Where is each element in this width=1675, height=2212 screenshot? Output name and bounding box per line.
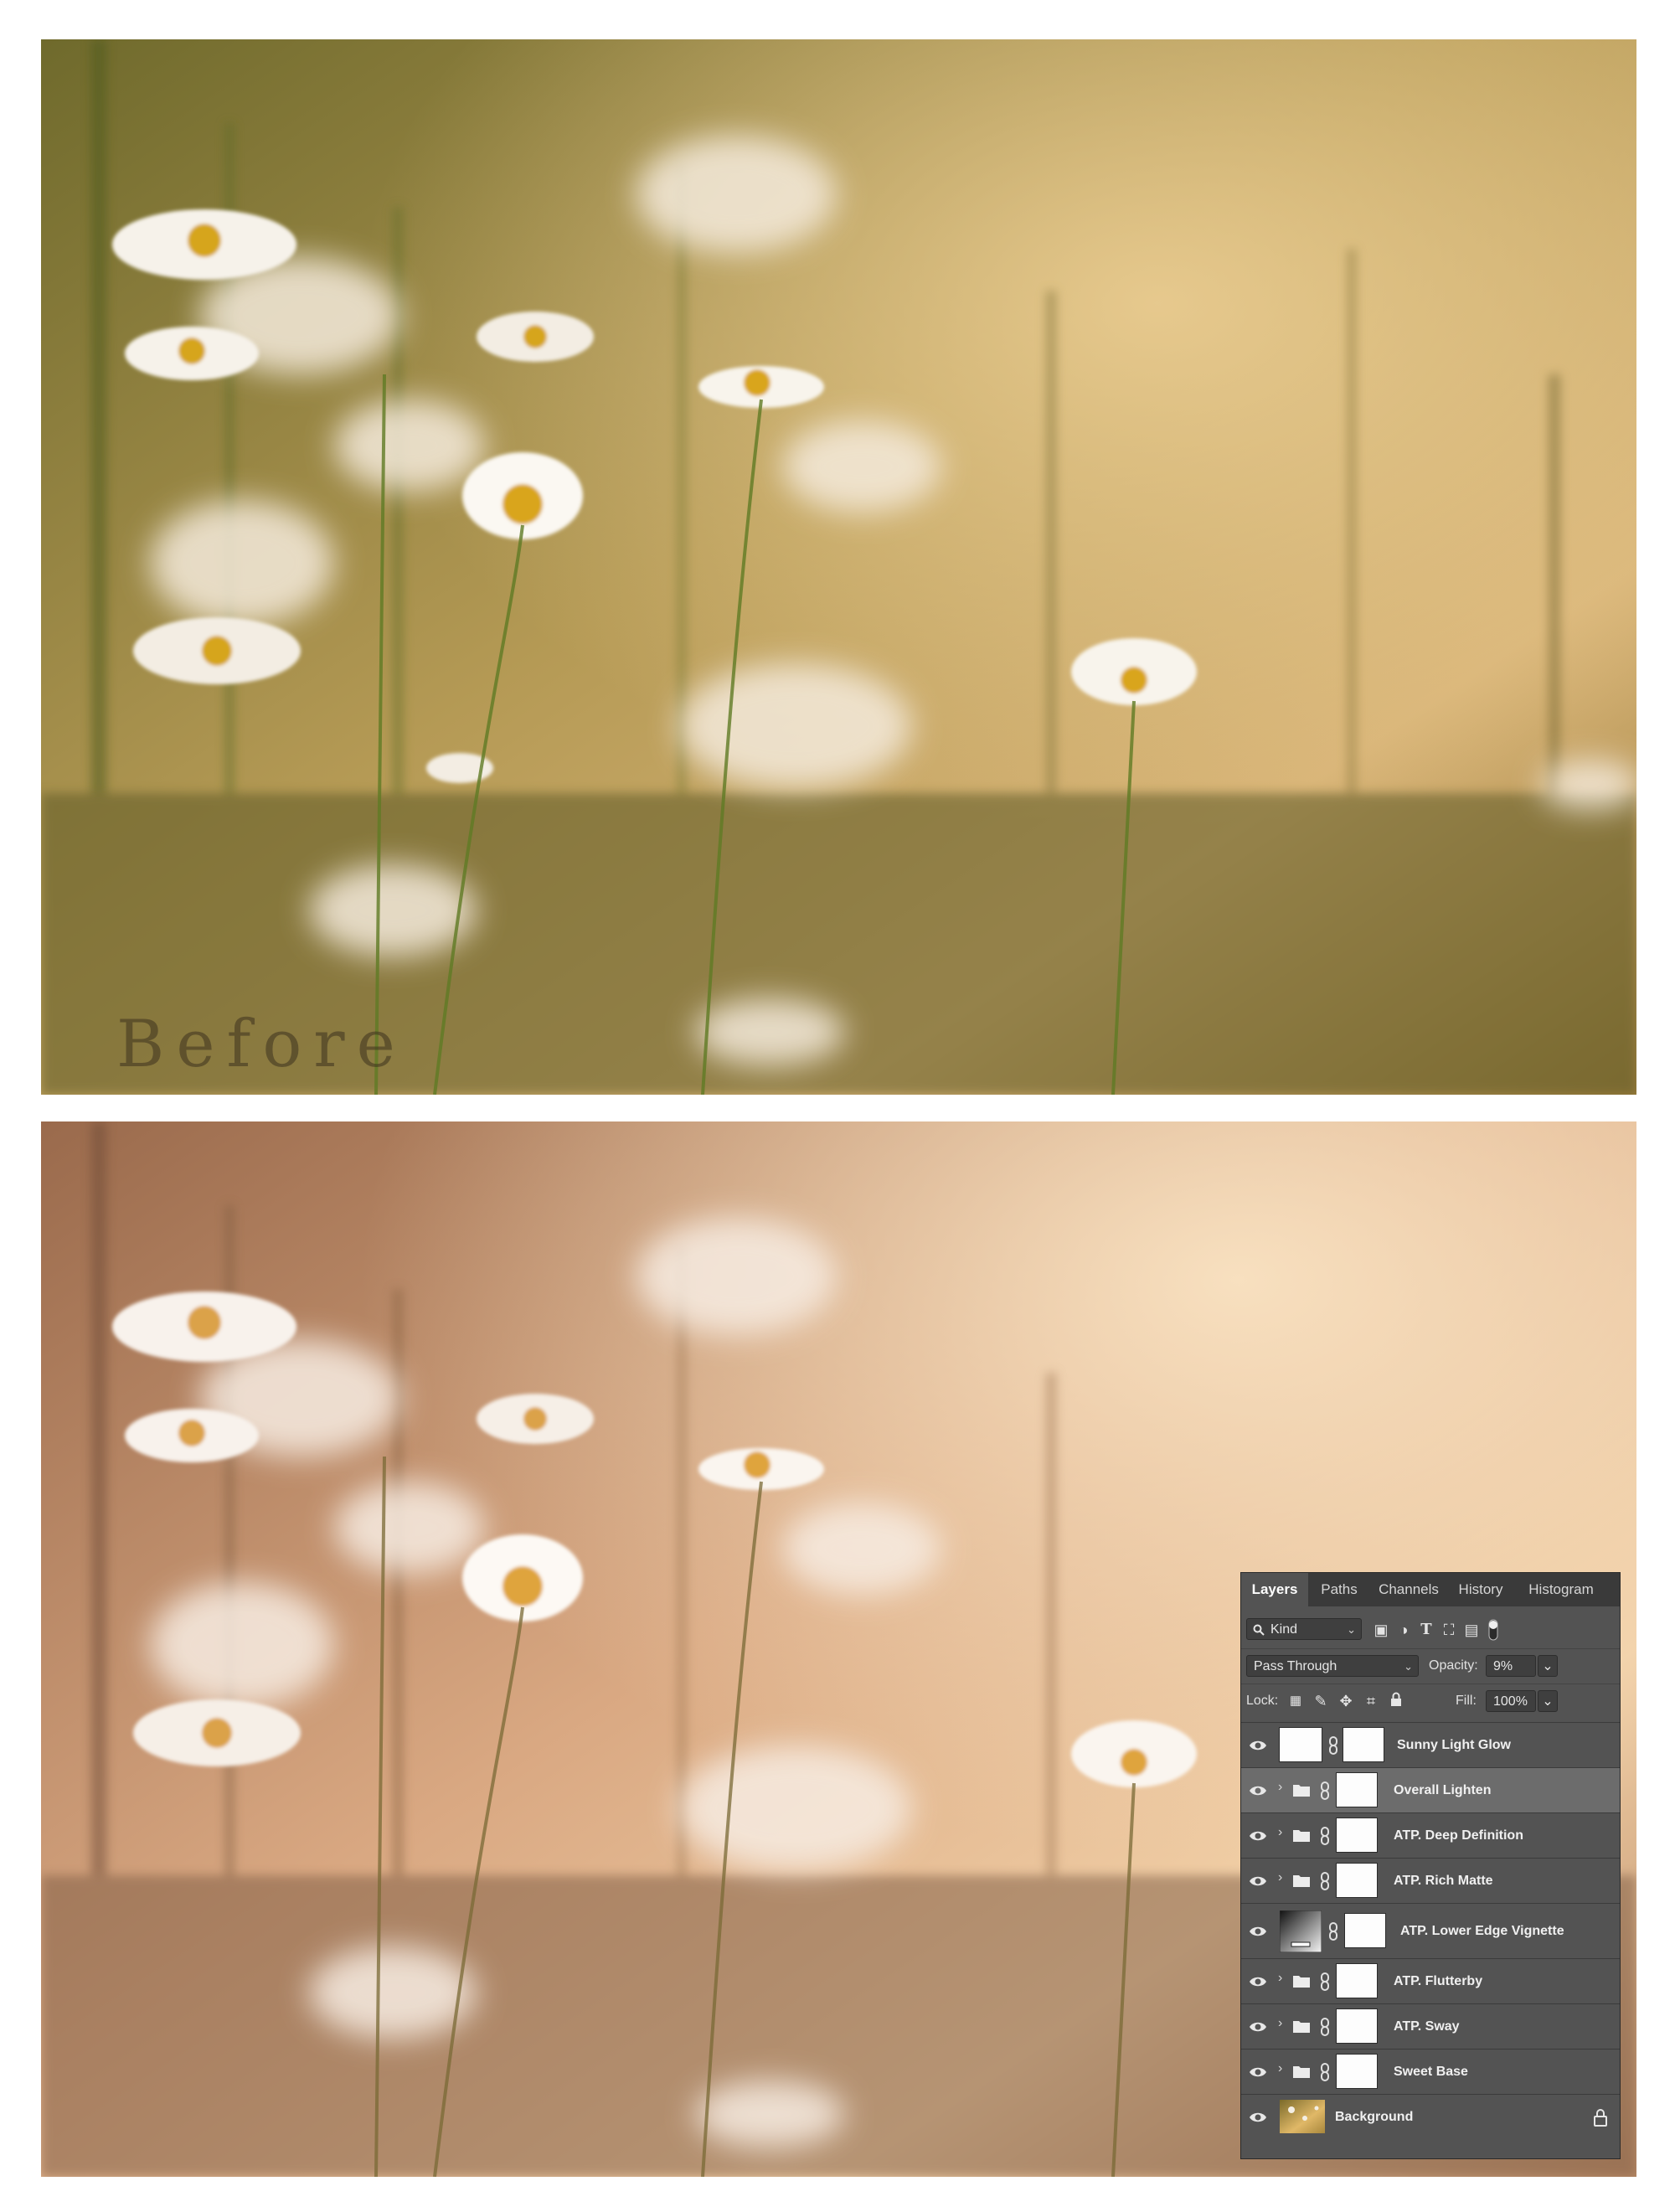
lock-artboard-icon[interactable]: ⌗ bbox=[1362, 1692, 1380, 1710]
layer-mask-thumbnail bbox=[1337, 1864, 1377, 1897]
eye-icon[interactable] bbox=[1248, 2107, 1268, 2127]
tab-channels[interactable]: Channels bbox=[1370, 1573, 1447, 1606]
tab-layers[interactable]: Layers bbox=[1241, 1573, 1308, 1606]
chevron-down-icon: ⌄ bbox=[1404, 1660, 1413, 1673]
chevron-down-icon: ⌄ bbox=[1347, 1623, 1356, 1636]
folder-icon bbox=[1293, 1785, 1310, 1797]
expand-arrow-icon[interactable]: › bbox=[1278, 1825, 1282, 1840]
layer-row-sway[interactable]: › ATP. Sway bbox=[1241, 2003, 1620, 2049]
image-filter-icon[interactable]: ▣ bbox=[1372, 1621, 1390, 1639]
layer-mask-thumbnail bbox=[1337, 1818, 1377, 1852]
kind-filter-select[interactable]: Kind ⌄ bbox=[1246, 1618, 1362, 1640]
layer-mask-thumbnail bbox=[1345, 1914, 1385, 1947]
smart-object-filter-icon[interactable]: ▤ bbox=[1462, 1621, 1481, 1639]
tab-histogram[interactable]: Histogram bbox=[1514, 1573, 1608, 1606]
kind-label: Kind bbox=[1270, 1622, 1298, 1637]
eye-icon[interactable] bbox=[1248, 2017, 1268, 2037]
layer-name[interactable]: Background bbox=[1335, 2095, 1413, 2140]
layer-row-flutterby[interactable]: › ATP. Flutterby bbox=[1241, 1958, 1620, 2003]
layer-mask-thumbnail bbox=[1337, 2055, 1377, 2088]
lock-icon[interactable] bbox=[1593, 2108, 1608, 2127]
link-chain-icon[interactable] bbox=[1320, 1871, 1330, 1891]
opacity-input[interactable]: 9% bbox=[1486, 1655, 1536, 1677]
lock-position-icon[interactable]: ✥ bbox=[1337, 1692, 1355, 1710]
expand-arrow-icon[interactable]: › bbox=[1278, 2061, 1282, 2076]
expand-arrow-icon[interactable]: › bbox=[1278, 1870, 1282, 1885]
layer-mask-thumbnail bbox=[1337, 2009, 1377, 2043]
expand-arrow-icon[interactable]: › bbox=[1278, 1971, 1282, 1986]
opacity-label: Opacity: bbox=[1429, 1658, 1478, 1673]
layer-name[interactable]: ATP. Lower Edge Vignette bbox=[1400, 1904, 1564, 1959]
eye-icon[interactable] bbox=[1248, 1826, 1268, 1846]
layer-name[interactable]: ATP. Sway bbox=[1394, 2004, 1460, 2050]
blend-mode-value: Pass Through bbox=[1254, 1659, 1337, 1673]
chevron-down-icon: ⌄ bbox=[1542, 1659, 1554, 1673]
eye-icon[interactable] bbox=[1248, 1921, 1268, 1941]
link-chain-icon[interactable] bbox=[1320, 2017, 1330, 2037]
blend-mode-select[interactable]: Pass Through ⌄ bbox=[1246, 1655, 1419, 1677]
expand-arrow-icon[interactable]: › bbox=[1278, 2016, 1282, 2031]
layer-name[interactable]: ATP. Rich Matte bbox=[1394, 1859, 1493, 1904]
tab-paths[interactable]: Paths bbox=[1310, 1573, 1368, 1606]
layer-name[interactable]: Sweet Base bbox=[1394, 2050, 1468, 2095]
link-chain-icon[interactable] bbox=[1320, 2062, 1330, 2082]
filter-toggle-icon[interactable] bbox=[1484, 1618, 1502, 1641]
before-label: Before bbox=[116, 1007, 407, 1082]
blend-row: Pass Through ⌄ Opacity: 9% ⌄ bbox=[1241, 1648, 1620, 1683]
tab-history[interactable]: History bbox=[1449, 1573, 1513, 1606]
layer-mask-thumbnail bbox=[1337, 1773, 1377, 1807]
filter-row: Kind ⌄ ▣ ◑ T ⛶ ▤ bbox=[1241, 1613, 1620, 1647]
eye-icon[interactable] bbox=[1248, 1972, 1268, 1992]
panel-tab-bar: Layers Paths Channels History Histogram bbox=[1241, 1573, 1620, 1606]
layer-row-sweet-base[interactable]: › Sweet Base bbox=[1241, 2049, 1620, 2094]
fill-dropdown-button[interactable]: ⌄ bbox=[1538, 1690, 1558, 1712]
layer-mask-thumbnail bbox=[1343, 1728, 1384, 1761]
layer-row-sunny-light-glow[interactable]: Sunny Light Glow bbox=[1241, 1722, 1620, 1767]
layer-row-deep-definition[interactable]: › ATP. Deep Definition bbox=[1241, 1812, 1620, 1858]
folder-icon bbox=[1293, 1875, 1310, 1887]
link-chain-icon[interactable] bbox=[1320, 1826, 1330, 1846]
layer-mask-thumbnail bbox=[1337, 1964, 1377, 1998]
layer-row-background[interactable]: Background bbox=[1241, 2094, 1620, 2139]
link-chain-icon[interactable] bbox=[1328, 1735, 1338, 1756]
shape-filter-icon[interactable]: ⛶ bbox=[1440, 1621, 1458, 1639]
layer-row-lower-edge-vignette[interactable]: ATP. Lower Edge Vignette bbox=[1241, 1903, 1620, 1958]
adjustment-thumbnail bbox=[1280, 1728, 1322, 1761]
folder-icon bbox=[1293, 1830, 1310, 1842]
lock-all-icon[interactable] bbox=[1387, 1692, 1405, 1710]
fill-input[interactable]: 100% bbox=[1486, 1690, 1536, 1712]
chevron-down-icon: ⌄ bbox=[1542, 1694, 1554, 1709]
lock-transparent-icon[interactable]: ▦ bbox=[1286, 1692, 1305, 1710]
layer-row-rich-matte[interactable]: › ATP. Rich Matte bbox=[1241, 1858, 1620, 1903]
link-chain-icon[interactable] bbox=[1320, 1972, 1330, 1992]
lock-row: Lock: ▦ ✎ ✥ ⌗ Fill: 100% ⌄ bbox=[1241, 1683, 1620, 1718]
search-icon bbox=[1253, 1624, 1265, 1636]
adjustment-filter-icon[interactable]: ◑ bbox=[1394, 1621, 1413, 1639]
layer-name[interactable]: Sunny Light Glow bbox=[1397, 1723, 1511, 1768]
layer-name[interactable]: ATP. Deep Definition bbox=[1394, 1813, 1523, 1859]
opacity-dropdown-button[interactable]: ⌄ bbox=[1538, 1655, 1558, 1677]
eye-icon[interactable] bbox=[1248, 1735, 1268, 1756]
folder-icon bbox=[1293, 2066, 1310, 2078]
layer-row-overall-lighten[interactable]: › Overall Lighten bbox=[1241, 1767, 1620, 1812]
gradient-fill-thumbnail bbox=[1280, 1910, 1322, 1952]
fill-label: Fill: bbox=[1456, 1694, 1477, 1708]
type-filter-icon[interactable]: T bbox=[1417, 1621, 1435, 1639]
folder-icon bbox=[1293, 2021, 1310, 2033]
lock-label: Lock: bbox=[1246, 1694, 1279, 1708]
eye-icon[interactable] bbox=[1248, 1871, 1268, 1891]
eye-icon[interactable] bbox=[1248, 2062, 1268, 2082]
layer-name[interactable]: Overall Lighten bbox=[1394, 1768, 1491, 1813]
lock-image-icon[interactable]: ✎ bbox=[1312, 1692, 1330, 1710]
expand-arrow-icon[interactable]: › bbox=[1278, 1780, 1282, 1795]
folder-icon bbox=[1293, 1976, 1310, 1988]
image-thumbnail bbox=[1280, 2100, 1325, 2133]
layers-panel: Layers Paths Channels History Histogram … bbox=[1241, 1573, 1620, 2158]
link-chain-icon[interactable] bbox=[1320, 1781, 1330, 1801]
layer-name[interactable]: ATP. Flutterby bbox=[1394, 1959, 1482, 2004]
eye-icon[interactable] bbox=[1248, 1781, 1268, 1801]
link-chain-icon[interactable] bbox=[1328, 1921, 1338, 1941]
before-photo: Before bbox=[41, 39, 1636, 1095]
